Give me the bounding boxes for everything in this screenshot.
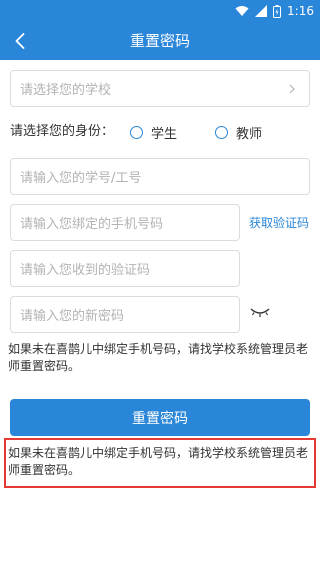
signal-icon (255, 5, 268, 17)
role-student-label: 学生 (151, 127, 178, 142)
battery-icon (273, 4, 282, 18)
phone-input[interactable]: 请输入您绑定的手机号码 (10, 204, 240, 241)
wifi-icon (235, 6, 249, 16)
role-label: 请选择您的身份： (10, 124, 115, 139)
verification-code-placeholder: 请输入您收到的验证码 (20, 263, 151, 278)
new-password-input[interactable]: 请输入您的新密码 (10, 296, 240, 333)
app-bar: 重置密码 (0, 22, 320, 60)
phone-placeholder: 请输入您绑定的手机号码 (20, 217, 164, 232)
role-radio-student[interactable]: 学生 (130, 123, 177, 142)
page-title: 重置密码 (129, 32, 190, 50)
role-teacher-label: 教师 (236, 127, 263, 142)
hint-text: 如果未在喜鹊儿中绑定手机号码，请找学校系统管理员老师重置密码。 (8, 342, 309, 373)
school-select-placeholder: 请选择您的学校 (20, 83, 112, 98)
status-time: 1:16 (287, 4, 314, 18)
status-bar: 1:16 (0, 0, 320, 22)
reset-password-button[interactable]: 重置密码 (10, 399, 310, 436)
school-select[interactable]: 请选择您的学校 (10, 70, 310, 107)
back-button[interactable] (0, 22, 40, 60)
student-id-placeholder: 请输入您的学号/工号 (20, 171, 142, 186)
chevron-right-icon (289, 84, 295, 94)
eye-closed-icon[interactable] (249, 306, 271, 318)
status-icons: 1:16 (235, 3, 314, 19)
highlighted-hint-text: 如果未在喜鹊儿中绑定手机号码，请找学校系统管理员老师重置密码。 (8, 446, 309, 477)
student-id-input[interactable]: 请输入您的学号/工号 (10, 158, 310, 195)
new-password-placeholder: 请输入您的新密码 (20, 309, 125, 324)
role-radio-teacher[interactable]: 教师 (215, 123, 262, 142)
get-code-button[interactable]: 获取验证码 (249, 214, 309, 231)
radio-circle-icon (130, 126, 143, 139)
verification-code-input[interactable]: 请输入您收到的验证码 (10, 250, 240, 287)
radio-circle-icon (215, 126, 228, 139)
back-arrow-icon (15, 33, 25, 49)
